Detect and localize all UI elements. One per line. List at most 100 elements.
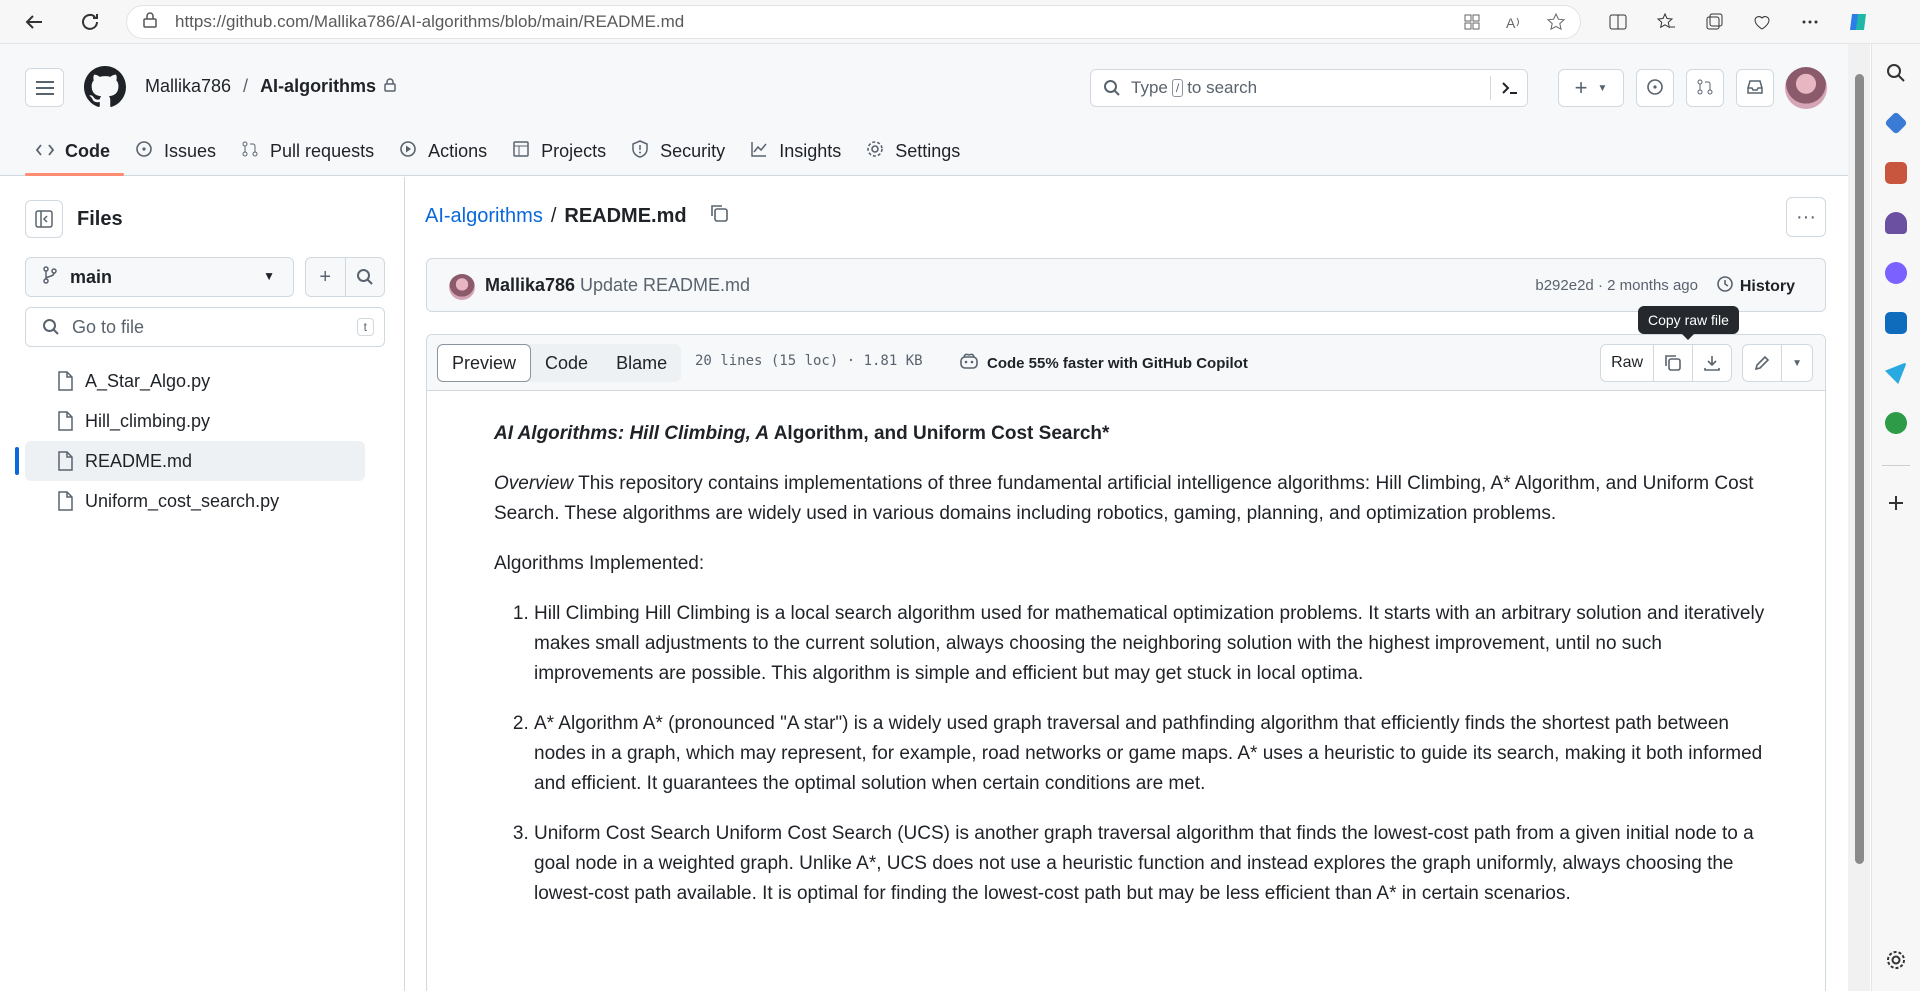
games-icon[interactable]	[1885, 212, 1907, 234]
chevron-down-icon: ▼	[1597, 82, 1608, 94]
tab-code[interactable]: Code	[25, 126, 124, 176]
algorithms-list: Hill Climbing Hill Climbing is a local s…	[494, 599, 1769, 909]
copy-raw-tooltip: Copy raw file	[1638, 306, 1739, 340]
lock-icon	[143, 11, 157, 33]
refresh-icon[interactable]	[72, 4, 108, 40]
file-name: Uniform_cost_search.py	[85, 490, 280, 511]
tab-actions[interactable]: Actions	[388, 126, 501, 176]
copilot-promo-link[interactable]: Code 55% faster with GitHub Copilot	[959, 352, 1248, 374]
latest-commit-bar: Mallika786 Update README.md b292e2d · 2 …	[426, 258, 1826, 312]
shortcut-key-badge: t	[356, 318, 374, 336]
search-files-icon[interactable]	[346, 258, 385, 296]
file-item-uniform-cost-search[interactable]: Uniform_cost_search.py	[25, 481, 365, 521]
view-mode-segmented: Preview Code Blame	[437, 344, 682, 382]
readme-title-italic: AI Algorithms: Hill Climbing, A	[494, 423, 770, 444]
file-icon	[57, 371, 73, 396]
file-item-hill-climbing[interactable]: Hill_climbing.py	[25, 401, 365, 441]
search-icon[interactable]	[1885, 62, 1907, 84]
split-screen-icon[interactable]	[1600, 4, 1636, 40]
inbox-button[interactable]	[1736, 69, 1774, 107]
tab-label: Actions	[428, 140, 488, 161]
address-bar[interactable]: https://github.com/Mallika786/AI-algorit…	[126, 5, 1581, 39]
author-avatar[interactable]	[449, 274, 475, 300]
create-new-button[interactable]: + ▼	[1558, 69, 1624, 107]
plus-icon: +	[1574, 75, 1588, 100]
tree-icon[interactable]	[1885, 412, 1907, 434]
settings-gear-icon[interactable]	[1885, 949, 1907, 971]
shopping-tag-icon[interactable]	[1884, 111, 1908, 135]
file-actions-group: +	[305, 257, 385, 297]
collections-icon[interactable]	[1696, 4, 1732, 40]
repo-link[interactable]: AI-algorithms	[260, 76, 376, 97]
copy-path-icon[interactable]	[709, 203, 729, 229]
url-text: https://github.com/Mallika786/AI-algorit…	[175, 12, 685, 31]
tab-projects[interactable]: Projects	[501, 126, 620, 176]
repo-root-link[interactable]: AI-algorithms	[425, 205, 543, 228]
commit-author[interactable]: Mallika786	[485, 275, 575, 296]
code-tab[interactable]: Code	[531, 344, 602, 382]
page-scrollbar[interactable]	[1848, 44, 1870, 991]
outlook-icon[interactable]	[1885, 312, 1907, 334]
copy-raw-icon[interactable]	[1653, 345, 1692, 381]
favorite-star-icon[interactable]	[1546, 12, 1566, 37]
pull-request-icon	[240, 140, 260, 163]
tab-label: Insights	[779, 140, 842, 161]
search-input[interactable]: Type / to search	[1090, 69, 1528, 107]
back-icon[interactable]	[16, 4, 52, 40]
chevron-down-icon[interactable]: ▼	[1781, 345, 1812, 381]
inbox-icon	[1746, 78, 1764, 99]
file-name: A_Star_Algo.py	[85, 370, 211, 391]
edit-actions-group: ▼	[1742, 344, 1813, 382]
tab-settings[interactable]: Settings	[855, 126, 974, 176]
tab-pull-requests[interactable]: Pull requests	[230, 126, 388, 176]
raw-button[interactable]: Raw	[1601, 345, 1653, 381]
avatar[interactable]	[1785, 67, 1827, 109]
send-icon[interactable]	[1885, 362, 1907, 384]
read-aloud-icon[interactable]: A	[1504, 12, 1524, 37]
menu-icon[interactable]	[25, 68, 64, 107]
blame-tab[interactable]: Blame	[602, 344, 681, 382]
collapse-sidebar-icon[interactable]	[25, 200, 63, 238]
scrollbar-thumb[interactable]	[1855, 74, 1864, 864]
commit-sha-time[interactable]: b292e2d · 2 months ago	[1535, 277, 1698, 294]
more-options-button[interactable]: ···	[1786, 197, 1826, 237]
svg-text:A: A	[1506, 15, 1516, 31]
download-icon[interactable]	[1692, 345, 1731, 381]
search-placeholder-suffix: to search	[1187, 78, 1258, 97]
add-icon[interactable]	[1885, 492, 1907, 514]
tab-insights[interactable]: Insights	[739, 126, 855, 176]
file-name: Hill_climbing.py	[85, 410, 211, 431]
owner-link[interactable]: Mallika786	[145, 76, 231, 97]
more-options-icon[interactable]	[1792, 4, 1828, 40]
history-button[interactable]: History	[1716, 275, 1795, 298]
preview-tab[interactable]: Preview	[437, 344, 532, 382]
kebab-horizontal-icon: ···	[1796, 205, 1816, 228]
search-icon	[1103, 79, 1121, 102]
tab-label: Code	[65, 140, 110, 161]
add-file-plus-icon[interactable]: +	[306, 258, 346, 296]
file-item-readme[interactable]: README.md	[15, 441, 365, 481]
github-logo-icon[interactable]	[84, 66, 126, 108]
branch-selector[interactable]: main ▼	[25, 257, 294, 297]
browser-essentials-icon[interactable]	[1744, 4, 1780, 40]
history-clock-icon	[1716, 275, 1734, 298]
commit-message[interactable]: Update README.md	[580, 275, 750, 296]
tab-security[interactable]: Security	[620, 126, 739, 176]
tools-briefcase-icon[interactable]	[1885, 162, 1907, 184]
tab-label: Pull requests	[270, 140, 375, 161]
file-item-a-star-algo[interactable]: A_Star_Algo.py	[25, 361, 365, 401]
tab-issues[interactable]: Issues	[124, 126, 230, 176]
readme-title-rest: Algorithm, and Uniform Cost Search*	[769, 423, 1110, 444]
favorites-icon[interactable]	[1648, 4, 1684, 40]
go-to-file-input[interactable]: Go to file t	[25, 307, 385, 347]
pencil-edit-icon[interactable]	[1743, 345, 1781, 381]
command-palette-icon[interactable]	[1490, 76, 1519, 100]
issues-button[interactable]	[1636, 69, 1674, 107]
app-available-icon[interactable]	[1462, 12, 1482, 37]
copilot-icon[interactable]	[1840, 4, 1876, 40]
microsoft365-icon[interactable]	[1885, 262, 1907, 284]
search-shortcut-key: /	[1171, 79, 1184, 97]
issue-icon	[134, 140, 154, 163]
pull-requests-button[interactable]	[1686, 69, 1724, 107]
list-item: A* Algorithm A* (pronounced "A star") is…	[534, 709, 1769, 799]
